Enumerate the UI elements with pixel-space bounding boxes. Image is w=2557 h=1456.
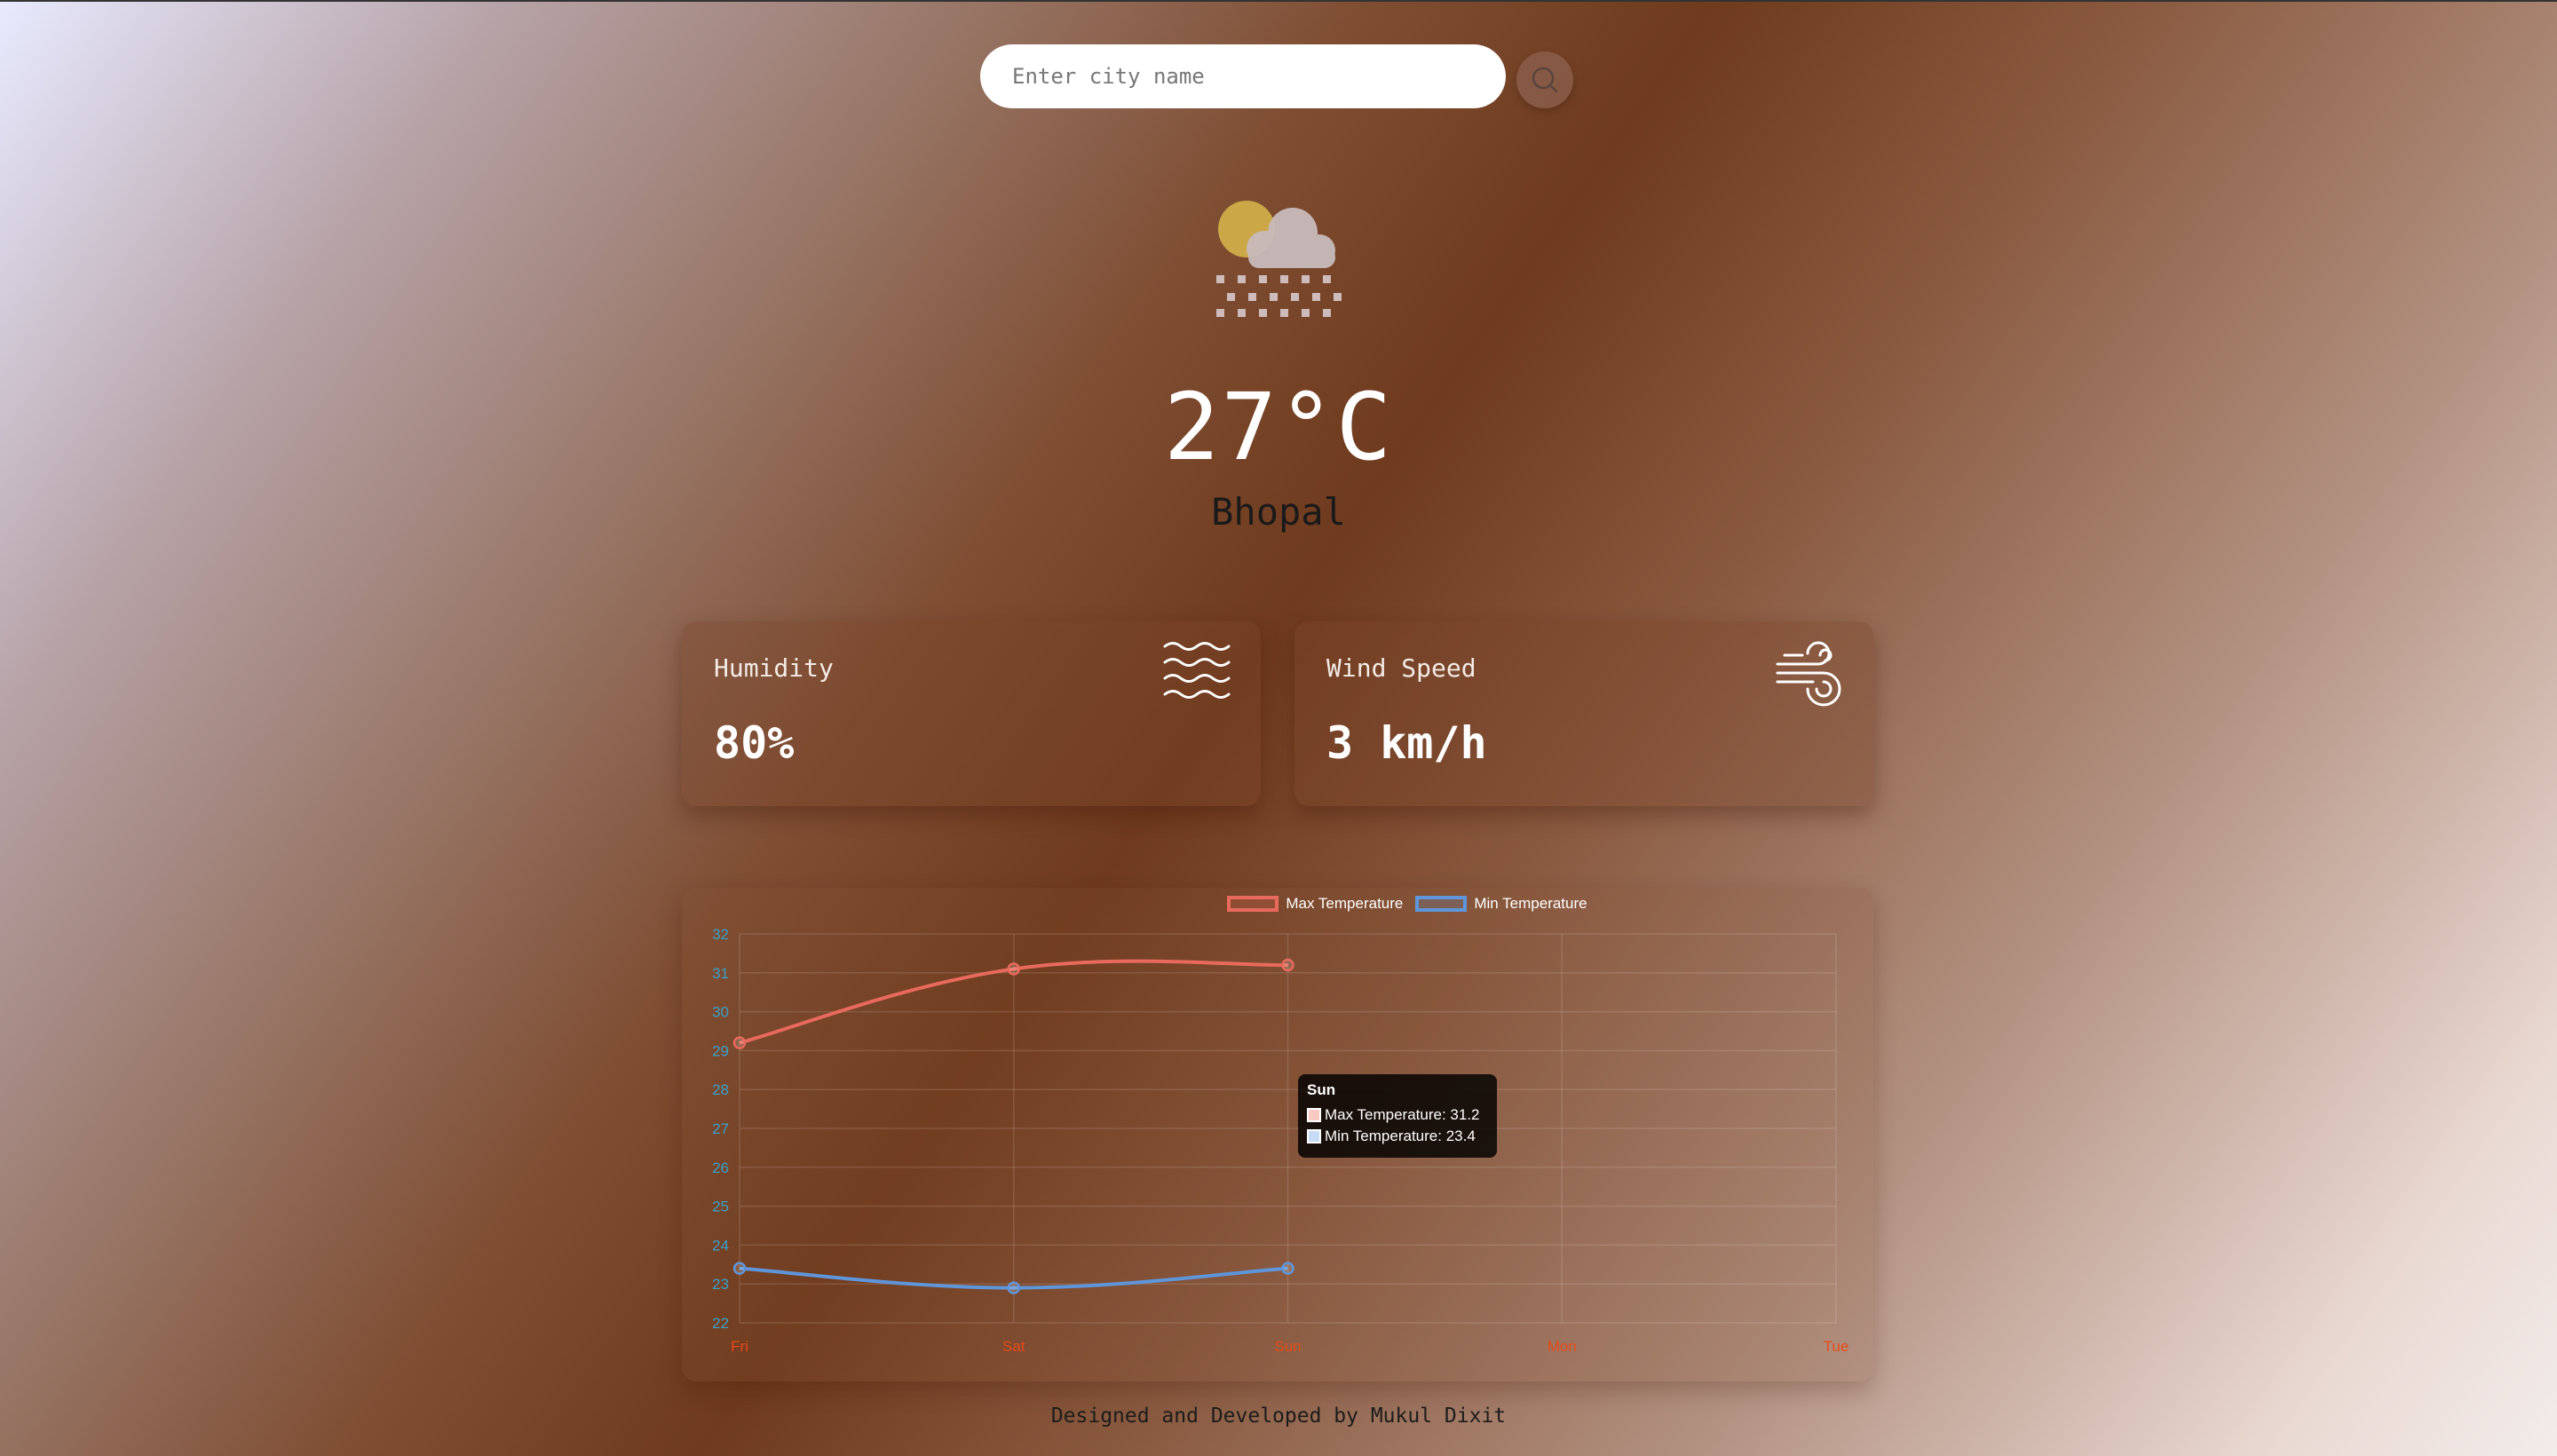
x-tick-label: Mon <box>1548 1338 1577 1355</box>
legend-swatch-max <box>1227 896 1279 912</box>
min-temperature-point <box>1007 1281 1020 1294</box>
max-temperature-point <box>1281 958 1294 972</box>
tooltip-text-min: Min Temperature: 23.4 <box>1325 1128 1476 1144</box>
tooltip-title: Sun <box>1307 1081 1336 1098</box>
legend-item-min[interactable]: Min Temperature <box>1415 895 1587 913</box>
tooltip-row-max: Max Temperature: 31.2 <box>1307 1106 1488 1124</box>
tooltip-swatch-max <box>1307 1108 1321 1122</box>
temperature-chart: 22 23 24 25 26 27 28 29 30 31 32 Fri Sat Sun Mon Tue <box>682 888 1873 1381</box>
chart-canvas: 22 23 24 25 26 27 28 29 30 31 32 Fri Sat Sun Mon Tue <box>712 926 1849 1355</box>
humidity-value: 80% <box>714 717 795 769</box>
x-tick-label: Sat <box>1002 1338 1025 1355</box>
waves-icon <box>1163 642 1231 699</box>
y-tick-label: 27 <box>712 1120 729 1137</box>
max-temperature-point <box>1007 962 1020 976</box>
search-button[interactable] <box>1516 51 1573 108</box>
y-tick-label: 22 <box>712 1315 729 1332</box>
chart-legend: Max Temperature Min Temperature <box>0 895 2557 913</box>
humidity-card: Humidity 80% <box>682 621 1261 806</box>
y-tick-label: 30 <box>712 1004 729 1021</box>
min-temperature-point <box>732 1262 747 1275</box>
y-tick-label: 31 <box>712 965 729 982</box>
wind-speed-value: 3 km/h <box>1326 717 1487 769</box>
city-search-input[interactable] <box>980 44 1506 108</box>
y-tick-label: 25 <box>712 1199 729 1215</box>
tooltip-text-max: Max Temperature: 31.2 <box>1325 1106 1480 1123</box>
search-icon <box>1532 67 1558 93</box>
tooltip-swatch-min <box>1307 1129 1321 1143</box>
x-tick-label: Fri <box>731 1338 748 1355</box>
temperature-display: 27°C <box>1163 373 1394 481</box>
min-temperature-point <box>1281 1262 1294 1275</box>
legend-label-max: Max Temperature <box>1286 895 1404 912</box>
tooltip-row-min: Min Temperature: 23.4 <box>1307 1128 1488 1145</box>
legend-item-max[interactable]: Max Temperature <box>1227 895 1403 913</box>
top-border <box>0 0 2557 2</box>
legend-swatch-min <box>1415 896 1468 912</box>
y-tick-label: 28 <box>712 1081 729 1098</box>
wind-icon <box>1776 641 1841 707</box>
y-tick-label: 29 <box>712 1042 729 1059</box>
x-tick-label: Sun <box>1274 1338 1301 1355</box>
chart-tooltip: Sun Max Temperature: 31.2 Min Temperatur… <box>1298 1074 1497 1158</box>
legend-label-min: Min Temperature <box>1474 895 1587 912</box>
y-tick-label: 32 <box>712 926 729 943</box>
max-temperature-point <box>732 1036 747 1049</box>
x-tick-label: Tue <box>1824 1338 1849 1355</box>
humidity-label: Humidity <box>714 653 834 683</box>
y-tick-label: 23 <box>712 1276 729 1293</box>
footer-credit: Designed and Developed by Mukul Dixit <box>1050 1405 1507 1428</box>
wind-speed-card: Wind Speed 3 km/h <box>1294 621 1873 806</box>
sun-cloud-snow-icon <box>1216 201 1342 317</box>
y-tick-label: 24 <box>712 1237 729 1254</box>
city-name: Bhopal <box>1211 490 1346 534</box>
wind-speed-label: Wind Speed <box>1326 653 1476 683</box>
y-tick-label: 26 <box>712 1159 729 1176</box>
